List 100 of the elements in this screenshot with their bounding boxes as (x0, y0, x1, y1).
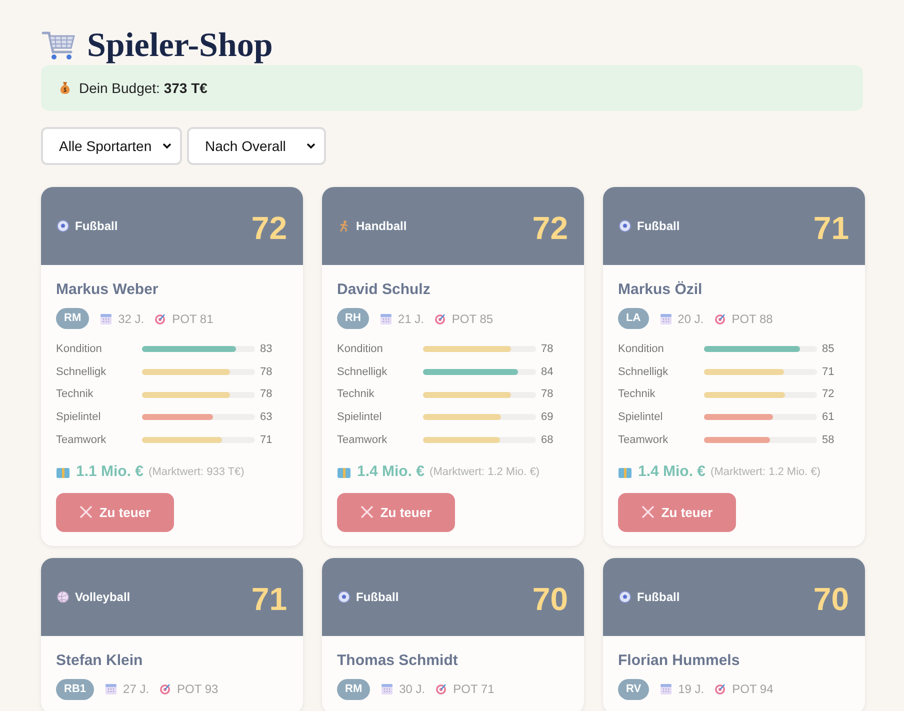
stat-value: 72 (822, 387, 834, 402)
potential-text: POT 93 (177, 681, 218, 698)
filter-dropdown[interactable]: Nach Overall (187, 127, 326, 165)
calendar-icon (380, 312, 392, 324)
position-badge: RV (618, 678, 650, 700)
stat-value: 78 (541, 342, 554, 358)
shopping-cart-icon (41, 30, 77, 62)
target-icon (154, 312, 166, 324)
filter-dropdown[interactable]: Alle Sportarten (41, 127, 182, 165)
stat-label: Kondition (618, 342, 665, 358)
age-text: 30 J. (399, 681, 426, 698)
sport-label: Fußball (75, 218, 118, 235)
overall-rating: 70 (813, 580, 849, 615)
money-icon (337, 466, 351, 479)
stat-value: 71 (822, 364, 834, 380)
stat-value: 68 (541, 432, 554, 448)
age-text: 20 J. (678, 310, 704, 328)
soccer-ball-icon (338, 590, 350, 603)
potential-text: POT 94 (732, 681, 774, 698)
chevron-down-icon (162, 142, 172, 150)
overall-rating: 71 (813, 209, 849, 244)
potential-text: POT 85 (452, 310, 494, 328)
stat-label: Spielintel (337, 410, 383, 426)
player-name: Florian Hummels (618, 650, 741, 671)
sport-label: Fußball (637, 218, 680, 235)
sport-label: Volleyball (75, 588, 130, 606)
age-text: 27 J. (123, 681, 150, 698)
money-icon (56, 466, 70, 479)
cross-icon (641, 505, 656, 520)
calendar-icon (660, 312, 672, 324)
stat-value: 71 (260, 432, 272, 448)
stat-label: Schnelligk (618, 364, 670, 380)
stat-value: 85 (822, 342, 834, 358)
stat-label: Teamwork (618, 432, 670, 448)
player-name: David Schulz (337, 280, 432, 300)
calendar-icon (381, 683, 394, 696)
position-badge: RH (337, 308, 369, 329)
stat-label: Kondition (56, 342, 103, 358)
potential-text: POT 81 (172, 310, 214, 328)
stat-label: Spielintel (56, 410, 102, 426)
stat-value: 78 (260, 387, 272, 402)
stat-label: Kondition (337, 342, 384, 358)
stat-label: Teamwork (56, 432, 108, 448)
soccer-ball-icon (619, 590, 631, 603)
price-text: 1.1 Mio. € (76, 462, 144, 482)
calendar-icon (660, 683, 672, 696)
stat-label: Technik (337, 387, 376, 402)
stat-value: 69 (541, 410, 554, 426)
money-bag-icon (58, 81, 72, 95)
age-text: 19 J. (678, 681, 704, 698)
stat-value: 83 (260, 342, 272, 358)
target-icon (434, 312, 446, 324)
stat-label: Teamwork (337, 432, 388, 448)
potential-text: POT 71 (453, 681, 494, 698)
stat-label: Schnelligk (56, 364, 108, 380)
position-badge: RM (337, 678, 370, 700)
stat-label: Technik (56, 387, 94, 402)
stat-label: Schnelligk (337, 364, 388, 380)
sport-label: Fußball (356, 588, 399, 606)
stat-value: 84 (541, 364, 554, 380)
chevron-down-icon (306, 142, 316, 150)
overall-rating: 72 (251, 209, 287, 244)
budget-label: Dein Budget: (79, 80, 160, 96)
cross-icon (360, 505, 374, 520)
stat-value: 63 (260, 410, 272, 426)
position-badge: RM (56, 308, 90, 329)
age-text: 32 J. (118, 310, 144, 328)
age-text: 21 J. (398, 310, 424, 328)
stat-value: 78 (541, 387, 554, 402)
volleyball-icon (57, 590, 69, 603)
budget-value: 373 T€ (164, 80, 208, 96)
overall-rating: 72 (532, 209, 568, 244)
position-badge: LA (618, 308, 649, 329)
page-title: Spieler-Shop (87, 29, 273, 63)
soccer-ball-icon (619, 220, 631, 232)
calendar-icon (105, 683, 118, 696)
stat-label: Spielintel (618, 410, 664, 426)
player-name: Thomas Schmidt (337, 650, 459, 671)
target-icon (435, 683, 448, 696)
stat-label: Technik (618, 387, 656, 402)
target-icon (714, 683, 726, 696)
target-icon (159, 683, 172, 696)
sport-label: Handball (356, 218, 407, 235)
stat-value: 61 (822, 410, 834, 426)
cross-icon (79, 505, 94, 520)
overall-rating: 71 (251, 580, 287, 615)
price-text: 1.4 Mio. € (638, 462, 706, 482)
market-value-text: (Marktwert: 933 T€) (148, 465, 244, 480)
target-icon (714, 312, 726, 324)
sport-label: Fußball (637, 588, 680, 606)
player-name: Stefan Klein (56, 650, 144, 671)
price-text: 1.4 Mio. € (357, 462, 425, 482)
potential-text: POT 88 (732, 310, 773, 328)
stat-value: 78 (260, 364, 272, 380)
market-value-text: (Marktwert: 1.2 Mio. €) (430, 465, 540, 480)
position-badge: RB1 (56, 678, 94, 700)
overall-rating: 70 (532, 580, 568, 615)
calendar-icon (100, 312, 112, 324)
soccer-ball-icon (57, 220, 69, 232)
stat-value: 58 (822, 432, 834, 448)
